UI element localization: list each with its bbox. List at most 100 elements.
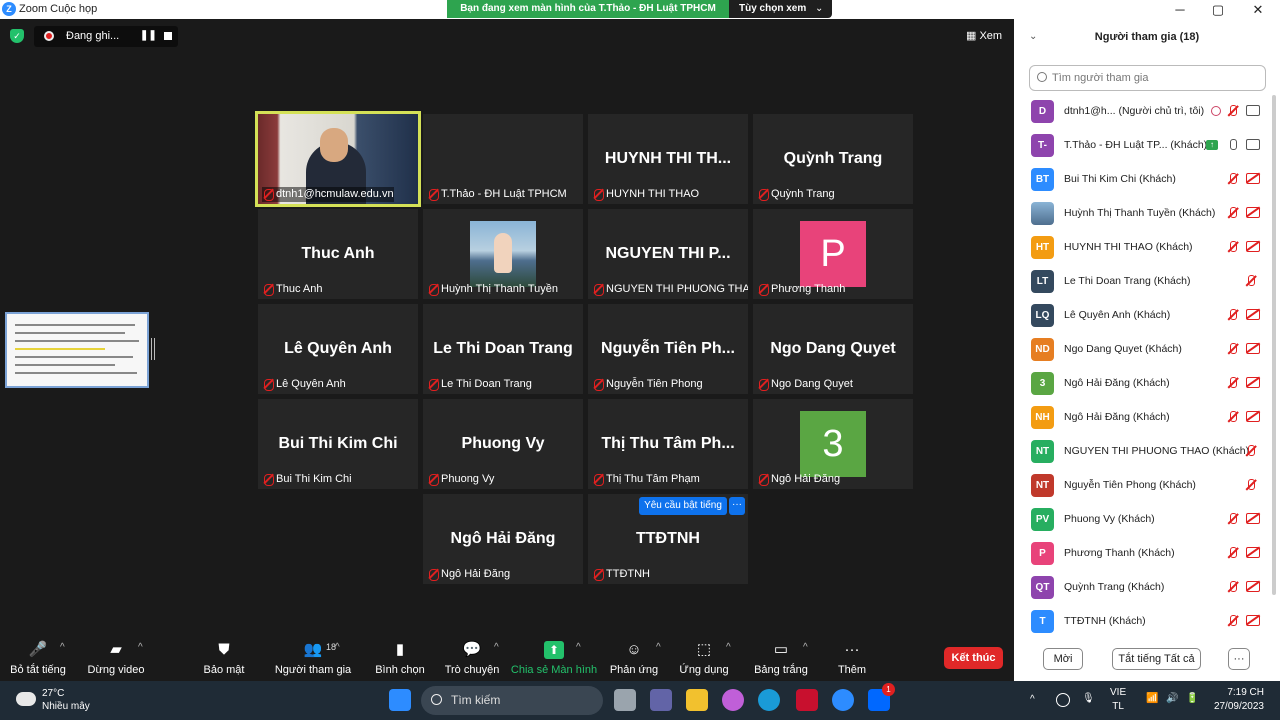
request-unmute-button[interactable]: Yêu cầu bật tiếng: [639, 497, 727, 515]
caret-up-icon[interactable]: ^: [494, 642, 499, 653]
mute-all-button[interactable]: Tắt tiếng Tất cả: [1112, 648, 1201, 670]
microphone-muted-icon[interactable]: [1226, 512, 1240, 526]
video-tile[interactable]: NGUYEN THI P... NGUYEN THI PHUONG THAO: [588, 209, 748, 299]
video-tile[interactable]: Le Thi Doan Trang Le Thi Doan Trang: [423, 304, 583, 394]
participant-row[interactable]: PV Phuong Vy (Khách): [1014, 503, 1272, 537]
video-off-icon[interactable]: [1246, 377, 1260, 388]
video-off-icon[interactable]: [1246, 173, 1260, 184]
caret-up-icon[interactable]: ^: [803, 642, 808, 653]
tile-more-button[interactable]: ···: [729, 497, 745, 515]
participant-row[interactable]: LT Le Thi Doan Trang (Khách): [1014, 265, 1272, 299]
participant-row[interactable]: Ddtnh1@h... (Người chủ trì, tôi): [1014, 95, 1272, 129]
video-tile[interactable]: Ngo Dang Quyet Ngo Dang Quyet: [753, 304, 913, 394]
video-off-icon[interactable]: [1246, 615, 1260, 626]
toolbar-apps-button[interactable]: ⬚ Ứng dụng ^: [668, 636, 740, 681]
video-tile[interactable]: Lê Quyên Anh Lê Quyên Anh: [258, 304, 418, 394]
caret-up-icon[interactable]: ^: [335, 642, 340, 653]
toolbar-video-button[interactable]: ▰ Dừng video ^: [76, 636, 156, 681]
panel-more-button[interactable]: ···: [1228, 648, 1250, 670]
shared-screen-thumbnail[interactable]: [5, 312, 149, 388]
clock[interactable]: 7:19 CH 27/09/2023: [1210, 686, 1264, 714]
microphone-muted-icon[interactable]: [1226, 308, 1240, 322]
scrollbar[interactable]: [1272, 95, 1276, 595]
participant-row[interactable]: BT Bui Thi Kim Chi (Khách): [1014, 163, 1272, 197]
minimize-button[interactable]: ─: [1170, 1, 1190, 18]
toolbar-more-button[interactable]: ··· Thêm: [822, 636, 882, 681]
photos-icon[interactable]: [722, 689, 744, 711]
zoom-taskbar-icon[interactable]: [832, 689, 854, 711]
maximize-button[interactable]: ▢: [1208, 1, 1228, 18]
chevron-down-icon[interactable]: ⌄: [815, 0, 823, 18]
microphone-muted-icon[interactable]: [1226, 614, 1240, 628]
participant-row[interactable]: QT Quỳnh Trang (Khách): [1014, 571, 1272, 605]
video-tile[interactable]: dtnh1@hcmulaw.edu.vn: [255, 111, 421, 207]
video-tile[interactable]: Quỳnh Trang Quỳnh Trang: [753, 114, 913, 204]
tray-overflow-icon[interactable]: ^: [1030, 693, 1035, 707]
thumbnail-drag-handle[interactable]: [151, 338, 155, 360]
video-off-icon[interactable]: [1246, 309, 1260, 320]
participant-row[interactable]: T- T.Thảo - ĐH Luật TP... (Khách) ↑: [1014, 129, 1272, 163]
microphone-muted-icon[interactable]: [1226, 240, 1240, 254]
taskbar-search[interactable]: Tìm kiếm: [421, 686, 603, 715]
caret-up-icon[interactable]: ^: [656, 642, 661, 653]
video-off-icon[interactable]: [1246, 343, 1260, 354]
sync-icon[interactable]: [1056, 693, 1070, 707]
video-tile[interactable]: Thuc Anh Thuc Anh: [258, 209, 418, 299]
toolbar-shield-button[interactable]: ⛊ Bảo mật: [186, 636, 262, 681]
toolbar-participants-button[interactable]: 👥 18 Người tham gia ^: [262, 636, 364, 681]
microphone-muted-icon[interactable]: [1226, 580, 1240, 594]
video-tile[interactable]: Bui Thi Kim Chi Bui Thi Kim Chi: [258, 399, 418, 489]
participant-row[interactable]: NH Ngô Hải Đăng (Khách): [1014, 401, 1272, 435]
volume-icon[interactable]: 🔊: [1166, 692, 1178, 706]
video-camera-icon[interactable]: [1246, 139, 1260, 150]
teams-icon[interactable]: [650, 689, 672, 711]
participant-row[interactable]: 3 Ngô Hải Đăng (Khách): [1014, 367, 1272, 401]
participant-row[interactable]: P Phương Thanh (Khách): [1014, 537, 1272, 571]
video-tile[interactable]: Nguyễn Tiên Ph... Nguyễn Tiên Phong: [588, 304, 748, 394]
file-explorer-icon[interactable]: [686, 689, 708, 711]
view-button[interactable]: ▦ Xem: [966, 29, 1002, 42]
participant-row[interactable]: Huỳnh Thị Thanh Tuyền (Khách): [1014, 197, 1272, 231]
wifi-icon[interactable]: 📶: [1146, 692, 1158, 706]
toolbar-chat-button[interactable]: 💬 Trò chuyện ^: [436, 636, 508, 681]
caret-up-icon[interactable]: ^: [576, 642, 581, 653]
video-tile[interactable]: T.Thảo - ĐH Luật TPHCM: [423, 114, 583, 204]
microphone-muted-icon[interactable]: [1226, 206, 1240, 220]
video-off-icon[interactable]: [1246, 207, 1260, 218]
microphone-muted-icon[interactable]: [1226, 104, 1240, 118]
video-tile[interactable]: Huỳnh Thị Thanh Tuyền: [423, 209, 583, 299]
toolbar-reaction-button[interactable]: ☺ Phản ứng ^: [600, 636, 668, 681]
microphone-muted-icon[interactable]: [1226, 376, 1240, 390]
edge-icon[interactable]: [758, 689, 780, 711]
microphone-muted-icon[interactable]: [1244, 444, 1258, 458]
participant-row[interactable]: T TTĐTNH (Khách): [1014, 605, 1272, 635]
view-options-button[interactable]: Tùy chọn xem: [739, 0, 806, 18]
microphone-muted-icon[interactable]: [1226, 546, 1240, 560]
video-off-icon[interactable]: [1246, 411, 1260, 422]
caret-up-icon[interactable]: ^: [138, 642, 143, 653]
participant-search-input[interactable]: Tìm người tham gia: [1029, 65, 1266, 91]
video-camera-icon[interactable]: [1246, 105, 1260, 116]
caret-up-icon[interactable]: ^: [60, 642, 65, 653]
video-tile[interactable]: P Phương Thanh: [753, 209, 913, 299]
end-meeting-button[interactable]: Kết thúc: [944, 647, 1003, 669]
microphone-muted-icon[interactable]: [1244, 478, 1258, 492]
microphone-muted-icon[interactable]: [1244, 274, 1258, 288]
close-button[interactable]: ✕: [1248, 1, 1268, 18]
microphone-muted-icon[interactable]: [1226, 172, 1240, 186]
microphone-muted-icon[interactable]: [1226, 342, 1240, 356]
video-off-icon[interactable]: [1246, 513, 1260, 524]
video-tile[interactable]: Phuong Vy Phuong Vy: [423, 399, 583, 489]
participant-row[interactable]: NT NGUYEN THI PHUONG THAO (Khách): [1014, 435, 1272, 469]
video-off-icon[interactable]: [1246, 241, 1260, 252]
task-view-icon[interactable]: [614, 689, 636, 711]
toolbar-mic-off-button[interactable]: 🎤 Bỏ tắt tiếng ^: [0, 636, 76, 681]
toolbar-poll-button[interactable]: ▮ Bình chọn: [364, 636, 436, 681]
participant-row[interactable]: HT HUYNH THI THAO (Khách): [1014, 231, 1272, 265]
participant-row[interactable]: NT Nguyễn Tiên Phong (Khách): [1014, 469, 1272, 503]
participant-row[interactable]: LQ Lê Quyên Anh (Khách): [1014, 299, 1272, 333]
microphone-icon[interactable]: [1226, 138, 1240, 152]
invite-button[interactable]: Mời: [1043, 648, 1083, 670]
video-tile[interactable]: 3 Ngô Hải Đăng: [753, 399, 913, 489]
toolbar-whiteboard-button[interactable]: ▭ Bảng trắng ^: [740, 636, 822, 681]
